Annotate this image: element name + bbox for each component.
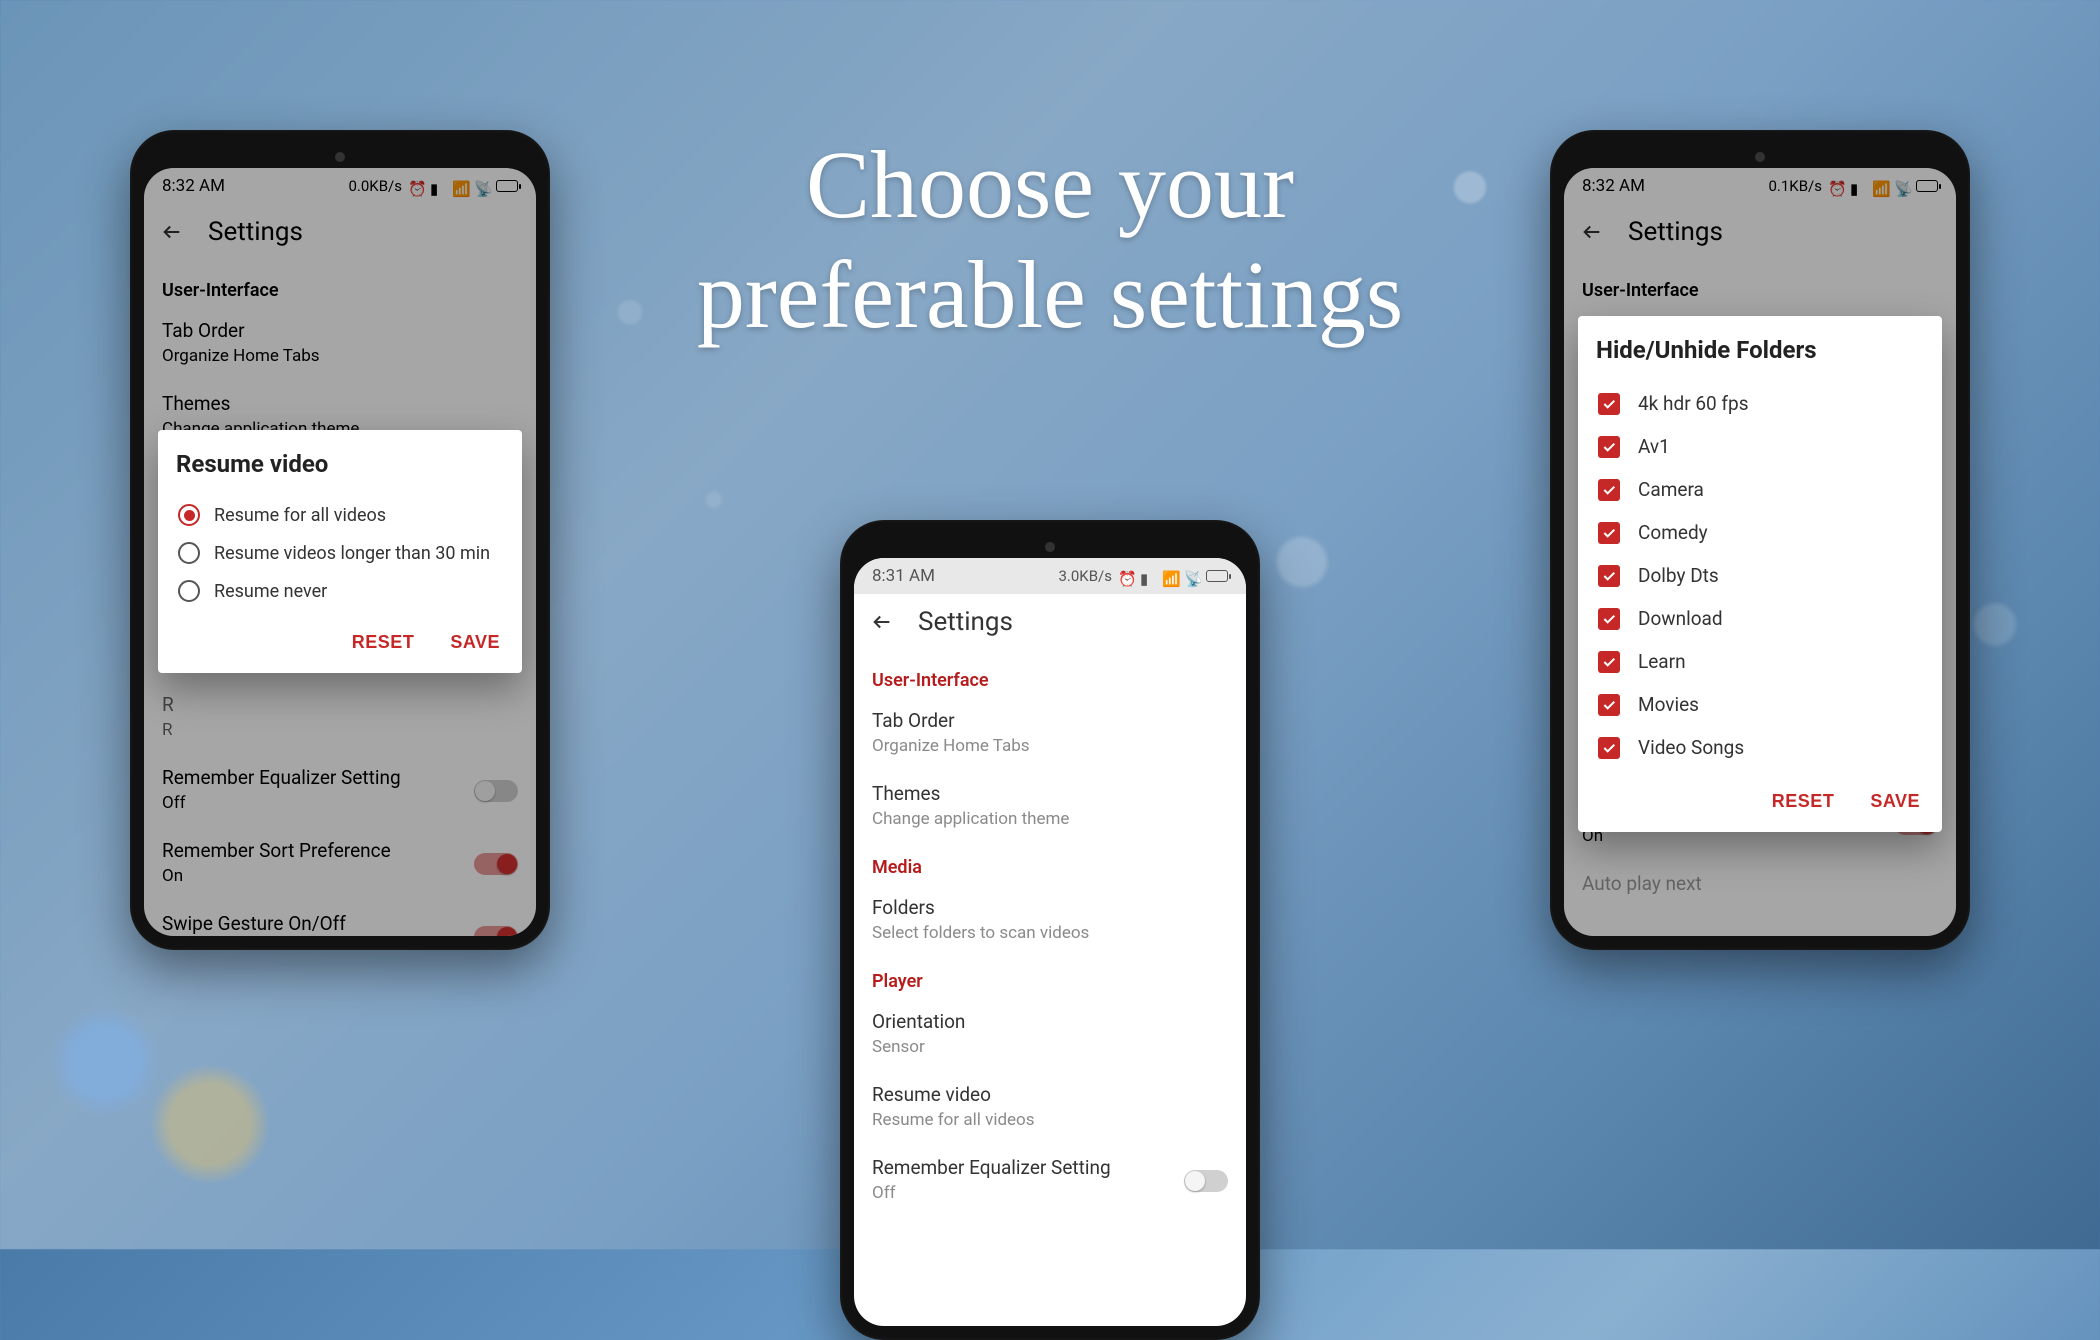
dialog-resume-video: Resume video Resume for all videos Resume… (158, 430, 522, 673)
folder-option-1[interactable]: Av1 (1596, 425, 1924, 468)
sim-icon: ▮ (1140, 570, 1156, 582)
phone-frame-right: 8:32 AM 0.1KB/s ⏰ ▮ 📶 📡 Settings User-In… (1550, 130, 1970, 950)
checkbox-icon[interactable] (1598, 436, 1620, 458)
save-button[interactable]: SAVE (446, 624, 504, 661)
item-title: Themes (872, 782, 1228, 805)
settings-list: User-Interface Tab Order Organize Home T… (854, 650, 1246, 1217)
item-title: Orientation (872, 1010, 1228, 1033)
check-icon (1601, 654, 1617, 670)
checkbox-label: Movies (1638, 693, 1699, 716)
radio-option-1[interactable]: Resume videos longer than 30 min (176, 534, 504, 572)
settings-item-themes[interactable]: Themes Change application theme (854, 770, 1246, 843)
dialog-title: Resume video (176, 450, 504, 478)
folder-option-6[interactable]: Learn (1596, 640, 1924, 683)
radio-option-0[interactable]: Resume for all videos (176, 496, 504, 534)
item-title: Tab Order (872, 709, 1228, 732)
settings-item-tab-order[interactable]: Tab Order Organize Home Tabs (854, 697, 1246, 770)
alarm-icon: ⏰ (1118, 570, 1134, 582)
checkbox-icon[interactable] (1598, 479, 1620, 501)
settings-item-resume[interactable]: Resume video Resume for all videos (854, 1071, 1246, 1144)
settings-item-folders[interactable]: Folders Select folders to scan videos (854, 884, 1246, 957)
checkbox-label: Dolby Dts (1638, 564, 1719, 587)
item-title: Remember Equalizer Setting (872, 1156, 1228, 1179)
folder-option-5[interactable]: Download (1596, 597, 1924, 640)
folder-option-3[interactable]: Comedy (1596, 511, 1924, 554)
dialog-title: Hide/Unhide Folders (1596, 336, 1924, 364)
reset-button[interactable]: RESET (348, 624, 419, 661)
checkbox-icon[interactable] (1598, 608, 1620, 630)
radio-label: Resume for all videos (214, 505, 386, 526)
folder-option-7[interactable]: Movies (1596, 683, 1924, 726)
toggle-eq[interactable] (1184, 1170, 1228, 1192)
radio-option-2[interactable]: Resume never (176, 572, 504, 610)
item-sub: Select folders to scan videos (872, 923, 1228, 943)
radio-label: Resume videos longer than 30 min (214, 543, 490, 564)
battery-icon (1206, 570, 1228, 582)
check-icon (1601, 482, 1617, 498)
section-header-user-interface: User-Interface (854, 656, 1246, 697)
status-time: 8:31 AM (872, 566, 935, 586)
folder-option-4[interactable]: Dolby Dts (1596, 554, 1924, 597)
checkbox-label: Av1 (1638, 435, 1670, 458)
checkbox-icon[interactable] (1598, 651, 1620, 673)
item-sub: Sensor (872, 1037, 1228, 1057)
radio-icon[interactable] (178, 542, 200, 564)
app-bar: Settings (854, 594, 1246, 650)
check-icon (1601, 611, 1617, 627)
check-icon (1601, 568, 1617, 584)
item-sub: Resume for all videos (872, 1110, 1228, 1130)
check-icon (1601, 740, 1617, 756)
status-speed: 3.0KB/s (1058, 567, 1112, 585)
checkbox-icon[interactable] (1598, 393, 1620, 415)
check-icon (1601, 396, 1617, 412)
check-icon (1601, 525, 1617, 541)
item-title: Resume video (872, 1083, 1228, 1106)
checkbox-label: Comedy (1638, 521, 1708, 544)
wifi-icon: 📡 (1184, 570, 1200, 582)
phone-frame-left: 8:32 AM 0.0KB/s ⏰ ▮ 📶 📡 Settings User-In… (130, 130, 550, 950)
back-button[interactable] (870, 610, 894, 634)
check-icon (1601, 697, 1617, 713)
folder-option-2[interactable]: Camera (1596, 468, 1924, 511)
settings-item-eq[interactable]: Remember Equalizer Setting Off (854, 1144, 1246, 1217)
dialog-hide-unhide-folders: Hide/Unhide Folders 4k hdr 60 fps Av1 Came… (1578, 316, 1942, 832)
item-sub: Organize Home Tabs (872, 736, 1228, 756)
item-title: Folders (872, 896, 1228, 919)
item-sub: Off (872, 1183, 1228, 1203)
checkbox-label: Video Songs (1638, 736, 1744, 759)
phone-frame-center: 8:31 AM 3.0KB/s ⏰ ▮ 📶 📡 Settings User-In… (840, 520, 1260, 1340)
checkbox-icon[interactable] (1598, 565, 1620, 587)
app-bar-title: Settings (918, 607, 1013, 637)
folder-option-8[interactable]: Video Songs (1596, 726, 1924, 769)
promo-headline: Choose your preferable settings (697, 130, 1403, 351)
checkbox-label: Download (1638, 607, 1723, 630)
status-bar: 8:31 AM 3.0KB/s ⏰ ▮ 📶 📡 (854, 558, 1246, 594)
checkbox-icon[interactable] (1598, 737, 1620, 759)
settings-item-orientation[interactable]: Orientation Sensor (854, 998, 1246, 1071)
folder-option-0[interactable]: 4k hdr 60 fps (1596, 382, 1924, 425)
section-header-player: Player (854, 957, 1246, 998)
section-header-media: Media (854, 843, 1246, 884)
item-sub: Change application theme (872, 809, 1228, 829)
checkbox-icon[interactable] (1598, 694, 1620, 716)
save-button[interactable]: SAVE (1866, 783, 1924, 820)
signal-icon: 📶 (1162, 570, 1178, 582)
radio-label: Resume never (214, 581, 327, 602)
check-icon (1601, 439, 1617, 455)
checkbox-label: 4k hdr 60 fps (1638, 392, 1749, 415)
checkbox-label: Learn (1638, 650, 1686, 673)
radio-icon[interactable] (178, 580, 200, 602)
radio-icon[interactable] (178, 504, 200, 526)
arrow-left-icon (871, 611, 893, 633)
reset-button[interactable]: RESET (1768, 783, 1839, 820)
checkbox-label: Camera (1638, 478, 1704, 501)
checkbox-icon[interactable] (1598, 522, 1620, 544)
